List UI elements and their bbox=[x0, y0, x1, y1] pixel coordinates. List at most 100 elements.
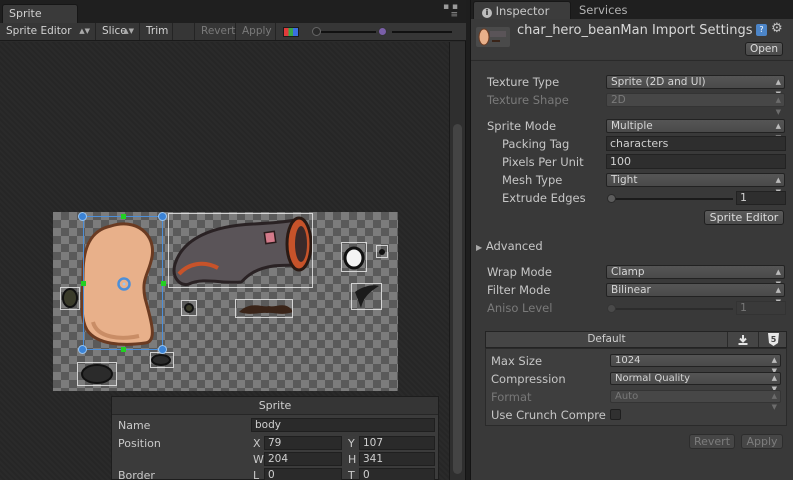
format-value: Auto bbox=[615, 391, 639, 402]
window-menu-icon[interactable]: ▪ ▪ ≡ bbox=[443, 3, 458, 20]
pixels-per-unit-field[interactable]: 100 bbox=[606, 154, 786, 169]
sprite-editor-toolbar: Sprite Editor ▲▼ Slice ▲▼ Trim Revert Ap… bbox=[0, 23, 466, 41]
packing-tag-field[interactable]: characters bbox=[606, 136, 786, 151]
pixels-per-unit-label: Pixels Per Unit bbox=[502, 155, 584, 169]
texture-shape-value: 2D bbox=[611, 94, 626, 106]
packing-tag-label: Packing Tag bbox=[502, 137, 570, 151]
resize-handle-bottom-right[interactable] bbox=[158, 345, 167, 354]
width-field[interactable]: 204 bbox=[264, 452, 342, 466]
advanced-label: Advanced bbox=[485, 239, 543, 253]
tab-sprite-editor[interactable]: Sprite Editor bbox=[2, 4, 78, 38]
compression-value: Normal Quality bbox=[615, 373, 691, 384]
tab-platform-default[interactable]: Default bbox=[486, 332, 727, 347]
texture-thumbnail-image bbox=[478, 28, 506, 46]
inspector-header: char_hero_beanMan Import Settings ? ⚙ Op… bbox=[471, 19, 793, 59]
slice-rect-arm[interactable] bbox=[168, 213, 313, 288]
tab-inspector[interactable]: i Inspector bbox=[473, 1, 571, 19]
border-left-field[interactable]: 0 bbox=[264, 468, 342, 480]
slice-rect-shoe[interactable] bbox=[77, 362, 117, 386]
name-field[interactable]: body bbox=[251, 418, 435, 432]
texture-shape-dropdown: 2D ▲ ▼ bbox=[606, 93, 785, 116]
format-dropdown: Auto ▲ ▼ bbox=[610, 390, 781, 411]
y-label: Y bbox=[348, 437, 355, 450]
slice-dropdown[interactable]: Slice ▲▼ bbox=[96, 23, 140, 40]
tab-services[interactable]: Services bbox=[569, 1, 645, 19]
dropdown-arrow-icon: ▲▼ bbox=[775, 96, 781, 116]
sprite-editor-button[interactable]: Sprite Editor bbox=[704, 210, 784, 225]
resize-handle-bottom[interactable] bbox=[121, 347, 126, 352]
slice-rect-eye[interactable] bbox=[341, 242, 367, 272]
position-x-field[interactable]: 79 bbox=[264, 436, 342, 450]
filter-mode-dropdown[interactable]: Bilinear ▲▼ bbox=[606, 283, 785, 306]
zoom-slider-track[interactable] bbox=[318, 31, 376, 33]
apply-button[interactable]: Apply bbox=[741, 434, 783, 449]
resize-handle-top-left[interactable] bbox=[78, 212, 87, 221]
resize-handle-bottom-left[interactable] bbox=[78, 345, 87, 354]
wrap-mode-dropdown[interactable]: Clamp ▲▼ bbox=[606, 265, 785, 288]
slice-rect-button[interactable] bbox=[181, 300, 197, 316]
use-crunch-checkbox[interactable] bbox=[610, 409, 621, 420]
platform-settings-panel: Max Size 1024 ▲ ▼ Compression Normal Qual… bbox=[485, 348, 787, 426]
dropdown-arrow-icon: ▲▼ bbox=[123, 27, 134, 35]
x-label: X bbox=[253, 437, 261, 450]
open-button[interactable]: Open bbox=[745, 42, 783, 56]
mip-level-icon bbox=[378, 27, 387, 36]
extrude-edges-field[interactable]: 1 bbox=[736, 191, 786, 205]
filter-mode-label: Filter Mode bbox=[487, 283, 551, 297]
resize-handle-top[interactable] bbox=[121, 214, 126, 219]
advanced-foldout[interactable]: ▶ Advanced bbox=[476, 239, 543, 253]
max-size-dropdown[interactable]: 1024 ▲ ▼ bbox=[610, 354, 781, 375]
t-label: T bbox=[348, 469, 355, 480]
wrap-mode-value: Clamp bbox=[611, 266, 645, 278]
h-label: H bbox=[348, 453, 357, 466]
border-label: Border bbox=[118, 469, 155, 480]
texture-type-value: Sprite (2D and UI) bbox=[611, 76, 706, 88]
max-size-label: Max Size bbox=[491, 354, 543, 368]
slice-rect-mustache[interactable] bbox=[235, 299, 293, 318]
extrude-edges-slider-knob[interactable] bbox=[607, 194, 616, 203]
download-icon[interactable] bbox=[727, 332, 757, 347]
dropdown-arrow-icon: ▲▼ bbox=[79, 27, 90, 35]
revert-button[interactable]: Revert bbox=[689, 434, 735, 449]
texture-preview[interactable] bbox=[53, 212, 398, 391]
compression-dropdown[interactable]: Normal Quality ▲ ▼ bbox=[610, 372, 781, 393]
texture-thumbnail bbox=[476, 27, 510, 47]
html5-icon[interactable]: 5 bbox=[758, 332, 787, 347]
gear-icon[interactable]: ⚙ bbox=[771, 21, 783, 36]
texture-type-dropdown[interactable]: Sprite (2D and UI) ▲▼ bbox=[606, 75, 785, 98]
texture-shape-label: Texture Shape bbox=[487, 93, 569, 107]
position-y-field[interactable]: 107 bbox=[359, 436, 435, 450]
mip-slider-track[interactable] bbox=[392, 31, 452, 33]
mesh-type-value: Tight bbox=[611, 174, 638, 186]
slice-rect-shoe-small[interactable] bbox=[150, 352, 174, 368]
format-label: Format bbox=[491, 390, 532, 404]
extrude-edges-slider-track[interactable] bbox=[611, 198, 733, 200]
dropdown-arrow-icon: ▲▼ bbox=[771, 392, 777, 411]
vertical-scrollbar[interactable] bbox=[449, 42, 465, 480]
apply-button[interactable]: Apply bbox=[236, 23, 276, 40]
mesh-type-dropdown[interactable]: Tight ▲▼ bbox=[606, 173, 785, 196]
height-field[interactable]: 341 bbox=[359, 452, 435, 466]
l-label: L bbox=[253, 469, 260, 480]
help-icon[interactable]: ? bbox=[756, 24, 767, 36]
resize-handle-top-right[interactable] bbox=[158, 212, 167, 221]
import-settings-title: char_hero_beanMan Import Settings bbox=[517, 23, 753, 38]
editor-mode-label: Sprite Editor bbox=[6, 25, 72, 37]
pivot-icon[interactable] bbox=[116, 276, 132, 292]
svg-text:5: 5 bbox=[771, 335, 777, 344]
border-top-field[interactable]: 0 bbox=[359, 468, 435, 480]
slice-rect-pupil[interactable] bbox=[376, 245, 388, 258]
trim-button[interactable]: Trim bbox=[140, 23, 173, 40]
resize-handle-left[interactable] bbox=[81, 281, 86, 286]
sprite-mode-dropdown[interactable]: Multiple ▲▼ bbox=[606, 119, 785, 142]
editor-mode-dropdown[interactable]: Sprite Editor ▲▼ bbox=[0, 23, 96, 40]
rgb-channel-icon[interactable] bbox=[283, 27, 299, 37]
max-size-value: 1024 bbox=[615, 355, 641, 366]
sprite-info-title: Sprite bbox=[112, 397, 438, 415]
zoom-slider-knob[interactable] bbox=[312, 27, 321, 36]
scrollbar-thumb[interactable] bbox=[453, 124, 462, 474]
revert-button[interactable]: Revert bbox=[194, 23, 236, 40]
slice-rect-brow[interactable] bbox=[351, 283, 382, 310]
slice-rect-hand[interactable] bbox=[60, 287, 80, 310]
resize-handle-right[interactable] bbox=[161, 281, 166, 286]
